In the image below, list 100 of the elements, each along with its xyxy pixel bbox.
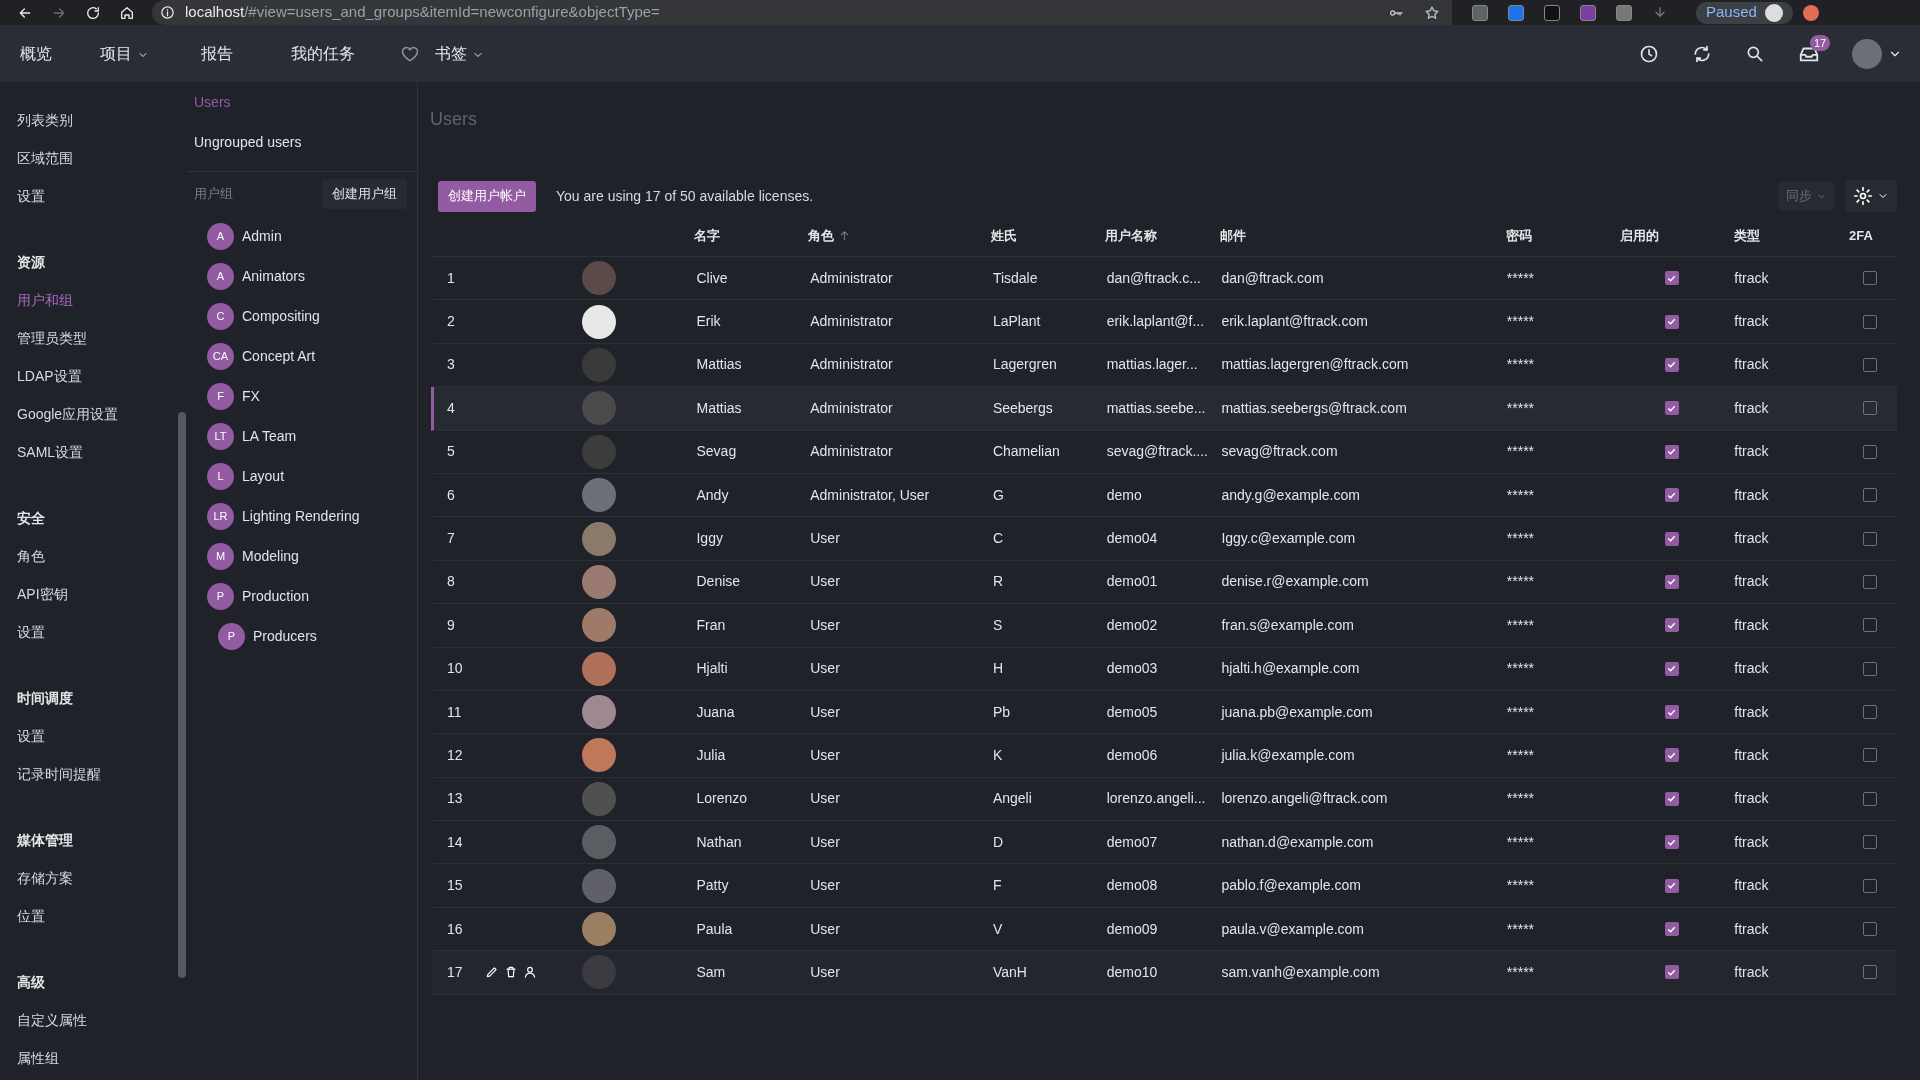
group-name[interactable]: FX	[242, 385, 260, 407]
home-icon[interactable]	[119, 4, 135, 21]
create-user-button[interactable]: 创建用户帐户	[438, 180, 536, 212]
nav-menu-item[interactable]: 概览	[20, 41, 52, 66]
sidebar-item[interactable]: 列表类别	[0, 101, 187, 139]
checkbox[interactable]	[1664, 835, 1679, 850]
checkbox[interactable]	[1863, 661, 1878, 676]
sidebar-item[interactable]: 区域范围	[0, 139, 187, 177]
checkbox[interactable]	[1863, 922, 1878, 937]
checkbox[interactable]	[1863, 791, 1878, 806]
checkbox[interactable]	[1664, 705, 1679, 720]
checkbox[interactable]	[1664, 965, 1679, 980]
sidebar-item[interactable]: 角色	[0, 537, 187, 575]
group-name[interactable]: Concept Art	[242, 345, 316, 367]
column-header[interactable]: 启用的	[1620, 225, 1659, 246]
create-group-button[interactable]: 创建用户组	[322, 179, 407, 209]
sidebar-item[interactable]: 设置	[0, 717, 187, 755]
extension-icon[interactable]	[1580, 4, 1596, 21]
checkbox[interactable]	[1664, 922, 1679, 937]
column-header[interactable]: 名字	[694, 225, 720, 246]
checkbox[interactable]	[1664, 401, 1679, 416]
checkbox[interactable]	[1664, 574, 1679, 589]
table-row[interactable]: 11 Juana User Pb demo05 juana.pb@example.com ***** ftrack	[431, 690, 1897, 735]
checkbox[interactable]	[1863, 314, 1878, 329]
checkbox[interactable]	[1664, 791, 1679, 806]
nav-menu-item[interactable]: 项目	[100, 41, 149, 66]
column-header[interactable]: 姓氏	[991, 225, 1017, 246]
table-row[interactable]: 9 Fran User S demo02 fran.s@example.com ***** ftrack	[431, 604, 1897, 648]
table-row[interactable]: 17 Sam User VanH demo10 sam.vanh@example.com ***** ftrack	[431, 951, 1897, 995]
group-name[interactable]: Layout	[242, 465, 285, 487]
nav-menu-item[interactable]: 报告	[201, 41, 233, 66]
checkbox[interactable]	[1863, 965, 1878, 980]
settings-button[interactable]	[1845, 180, 1897, 212]
group-list-link[interactable]: Ungrouped users	[187, 122, 417, 162]
group-name[interactable]: Producers	[253, 625, 317, 647]
sidebar-item[interactable]: 自定义属性	[0, 1001, 187, 1039]
sidebar-item[interactable]: 设置	[0, 177, 187, 215]
checkbox[interactable]	[1664, 271, 1679, 286]
table-row[interactable]: 13 Lorenzo User Angeli lorenzo.angeli... lorenzo.angeli@ftrack.com ***** ftrack	[431, 777, 1897, 822]
table-row[interactable]: 6 Andy Administrator, User G demo andy.g@example.com ***** ftrack	[431, 473, 1897, 518]
user-avatar[interactable]	[1852, 38, 1882, 69]
table-row[interactable]: 12 Julia User K demo06 julia.k@example.com ***** ftrack	[431, 734, 1897, 778]
table-row[interactable]: 7 Iggy User C demo04 Iggy.c@example.com ***** ftrack	[431, 517, 1897, 561]
scrollbar-thumb[interactable]	[178, 412, 186, 978]
checkbox[interactable]	[1664, 618, 1679, 633]
checkbox[interactable]	[1863, 618, 1878, 633]
table-row[interactable]: 15 Patty User F demo08 pablo.f@example.com ***** ftrack	[431, 864, 1897, 908]
clock-icon[interactable]	[1639, 43, 1659, 64]
extension-icon[interactable]	[1508, 4, 1524, 21]
checkbox[interactable]	[1863, 401, 1878, 416]
sidebar-item[interactable]: 位置	[0, 897, 187, 935]
sidebar-item[interactable]: Google应用设置	[0, 395, 187, 433]
checkbox[interactable]	[1664, 357, 1679, 372]
checkbox[interactable]	[1863, 574, 1878, 589]
nav-menu-item[interactable]: 书签	[435, 41, 484, 66]
column-header[interactable]: 2FA	[1849, 225, 1873, 246]
checkbox[interactable]	[1664, 488, 1679, 503]
checkbox[interactable]	[1863, 271, 1878, 286]
checkbox[interactable]	[1863, 835, 1878, 850]
sidebar-item[interactable]: 存储方案	[0, 859, 187, 897]
checkbox[interactable]	[1863, 488, 1878, 503]
table-row[interactable]: 14 Nathan User D demo07 nathan.d@example.com ***** ftrack	[431, 821, 1897, 865]
group-name[interactable]: Production	[242, 585, 309, 607]
checkbox[interactable]	[1664, 314, 1679, 329]
sidebar-item[interactable]: API密钥	[0, 575, 187, 613]
checkbox[interactable]	[1664, 444, 1679, 459]
group-name[interactable]: LA Team	[242, 425, 297, 447]
sidebar-item[interactable]: 记录时间提醒	[0, 755, 187, 793]
group-name[interactable]: Compositing	[242, 305, 320, 327]
checkbox[interactable]	[1863, 357, 1878, 372]
table-row[interactable]: 10 Hjalti User H demo03 hjalti.h@example.com ***** ftrack	[431, 647, 1897, 691]
table-row[interactable]: 8 Denise User R demo01 denise.r@example.com ***** ftrack	[431, 560, 1897, 605]
checkbox[interactable]	[1863, 705, 1878, 720]
group-name[interactable]: Lighting Rendering	[242, 505, 360, 527]
column-header[interactable]: 密码	[1506, 225, 1532, 246]
extension-icon[interactable]	[1472, 4, 1488, 21]
group-name[interactable]: Animators	[242, 265, 306, 287]
sidebar-item[interactable]: 管理员类型	[0, 319, 187, 357]
sync-icon[interactable]	[1692, 43, 1712, 64]
table-row[interactable]: 5 Sevag Administrator Chamelian sevag@ftrack.... sevag@ftrack.com ***** ftrack	[431, 430, 1897, 474]
checkbox[interactable]	[1664, 531, 1679, 546]
table-row[interactable]: 4 Mattias Administrator Seebergs mattias.seebe... mattias.seebergs@ftrack.com ***** ftrack	[431, 387, 1897, 431]
column-header[interactable]: 角色	[808, 225, 851, 246]
extension-icon[interactable]	[1544, 4, 1560, 21]
column-header[interactable]: 邮件	[1220, 225, 1246, 246]
checkbox[interactable]	[1863, 444, 1878, 459]
address-bar[interactable]: localhost/#view=users_and_groups&itemId=newconfigure&objectType=	[152, 0, 1452, 25]
checkbox[interactable]	[1664, 661, 1679, 676]
sidebar-item[interactable]: 用户和组	[0, 281, 187, 319]
checkbox[interactable]	[1664, 878, 1679, 893]
checkbox[interactable]	[1863, 878, 1878, 893]
checkbox[interactable]	[1863, 531, 1878, 546]
nav-menu-item[interactable]: 我的任务	[291, 41, 355, 66]
star-icon[interactable]	[1424, 4, 1440, 21]
column-header[interactable]: 类型	[1734, 225, 1760, 246]
group-name[interactable]: Admin	[242, 225, 282, 247]
trash-icon[interactable]	[503, 965, 518, 980]
sidebar-item[interactable]: 属性组	[0, 1039, 187, 1077]
sidebar-item[interactable]: 设置	[0, 613, 187, 651]
table-row[interactable]: 2 Erik Administrator LaPlant erik.laplant@f... erik.laplant@ftrack.com ***** ftrack	[431, 300, 1897, 344]
